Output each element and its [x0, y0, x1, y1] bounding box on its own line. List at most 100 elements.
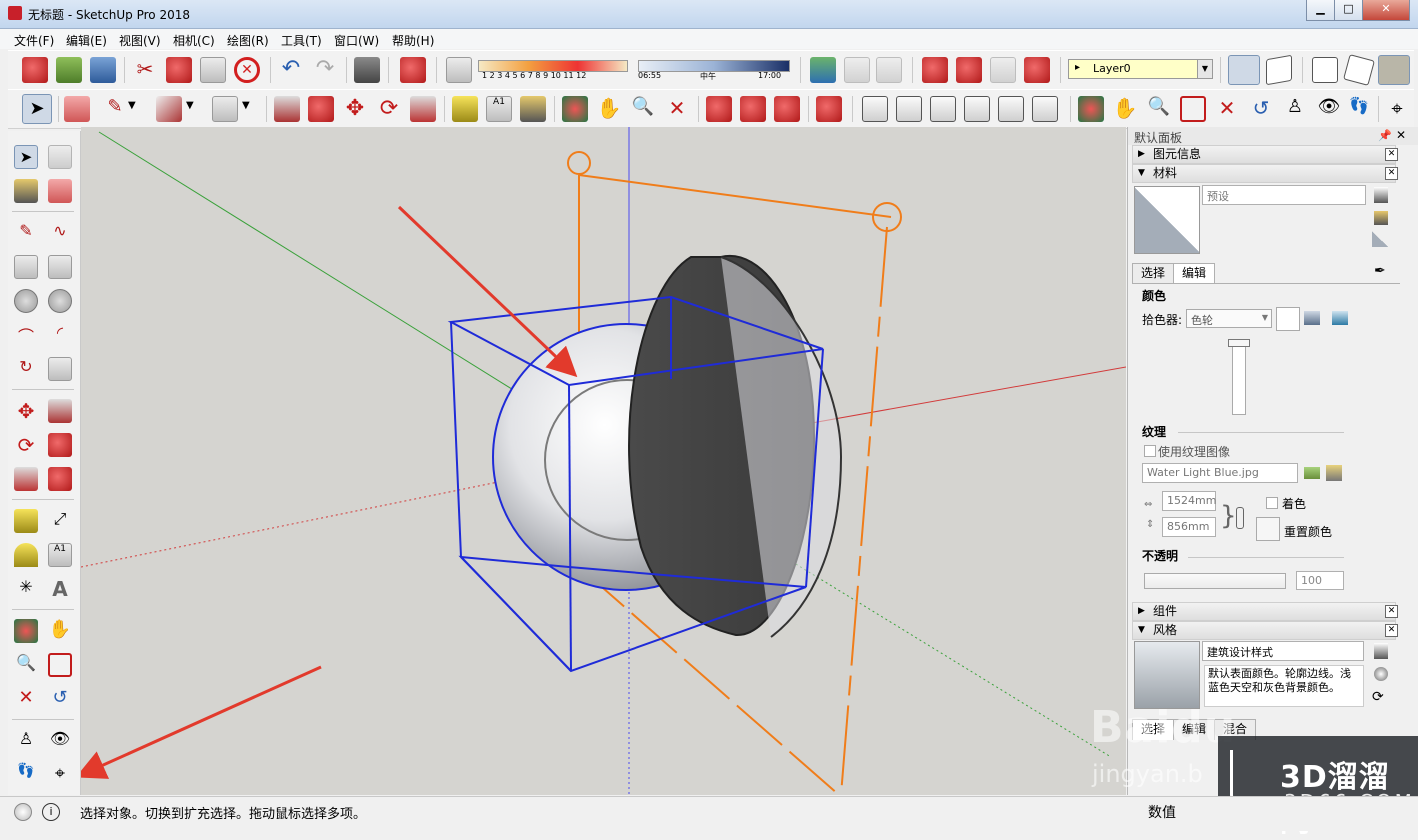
colorize-checkbox[interactable] — [1266, 497, 1278, 509]
previous-view-icon[interactable]: ↺ — [48, 687, 72, 711]
text-tool-icon[interactable]: A1 — [486, 96, 512, 122]
three-point-arc-icon[interactable]: ↻ — [14, 357, 38, 381]
rectangle-tool-icon[interactable] — [212, 96, 238, 122]
zoom-tool-icon[interactable]: 🔍 — [630, 96, 656, 122]
paint-bucket-icon[interactable] — [520, 96, 546, 122]
eraser-icon[interactable] — [48, 179, 72, 203]
opacity-slider[interactable] — [1144, 573, 1286, 589]
menu-tools[interactable]: 工具(T) — [281, 32, 322, 49]
pie-icon[interactable] — [48, 357, 72, 381]
color-picker-select[interactable]: 色轮 ▼ — [1186, 309, 1272, 328]
chevron-down-icon[interactable]: ▼ — [242, 100, 256, 114]
opacity-value-field[interactable]: 100 — [1296, 571, 1344, 590]
cut-icon[interactable]: ✂ — [132, 57, 158, 83]
tab-select[interactable]: 选择 — [1132, 263, 1174, 284]
close-button[interactable]: ✕ — [1362, 0, 1410, 21]
menu-file[interactable]: 文件(F) — [14, 32, 54, 49]
rotated-rectangle-icon[interactable] — [48, 255, 72, 279]
rectangle-icon[interactable] — [14, 255, 38, 279]
print-icon[interactable] — [354, 57, 380, 83]
minimize-button[interactable]: ▁ — [1306, 0, 1335, 21]
hidden-line-icon[interactable] — [1343, 54, 1375, 86]
look-around-icon[interactable]: 👁 — [1316, 96, 1342, 122]
back-view-icon[interactable] — [998, 96, 1024, 122]
materials-header[interactable]: ▼ 材料 ✕ — [1132, 164, 1398, 183]
new-file-icon[interactable] — [22, 57, 48, 83]
erase-icon[interactable]: ✕ — [234, 57, 260, 83]
chevron-down-icon[interactable]: ▼ — [1197, 60, 1212, 78]
zoom-tool-icon[interactable]: 🔍 — [14, 653, 38, 677]
terrain-icon[interactable] — [844, 57, 870, 83]
share-component-icon[interactable] — [990, 57, 1016, 83]
position-camera-icon[interactable]: ♙ — [1282, 96, 1308, 122]
copy-icon[interactable] — [166, 57, 192, 83]
layer-dropdown[interactable]: ▸ Layer0 ▼ — [1068, 59, 1213, 79]
rotate-tool-icon[interactable]: ⟳ — [376, 96, 402, 122]
pan-tool-icon[interactable]: ✋ — [596, 96, 622, 122]
close-icon[interactable]: ✕ — [1385, 148, 1398, 161]
match-model-color-icon[interactable] — [1304, 311, 1320, 325]
open-folder-icon[interactable] — [56, 57, 82, 83]
walk-icon[interactable]: 👣 — [14, 763, 38, 787]
chain-link-icon[interactable] — [1236, 507, 1244, 529]
top-view-icon[interactable] — [896, 96, 922, 122]
sample-paint-icon[interactable] — [1372, 231, 1388, 247]
undo-icon[interactable]: ↶ — [278, 57, 304, 83]
move-tool-icon[interactable]: ✥ — [14, 399, 38, 423]
scale-tool-icon[interactable] — [14, 467, 38, 491]
aspect-link-icon[interactable]: } — [1220, 501, 1237, 531]
share-model-icon[interactable] — [956, 57, 982, 83]
shadows-toggle-icon[interactable] — [446, 57, 472, 83]
redo-icon[interactable]: ↷ — [312, 57, 338, 83]
zoom-extents-2-icon[interactable]: ✕ — [1214, 96, 1240, 122]
create-style-icon[interactable] — [1374, 643, 1388, 659]
arc-tool-icon[interactable] — [156, 96, 182, 122]
share-model-2-icon[interactable] — [740, 96, 766, 122]
follow-me-icon[interactable] — [48, 433, 72, 457]
display-secondary-pane-icon[interactable] — [1374, 211, 1388, 225]
update-style-icon[interactable] — [1374, 667, 1388, 681]
use-texture-checkbox[interactable] — [1144, 445, 1156, 457]
protractor-icon[interactable] — [14, 543, 38, 567]
select-tool-icon[interactable]: ➤ — [14, 145, 38, 169]
entity-info-header[interactable]: ▶ 图元信息 ✕ — [1132, 145, 1398, 164]
extension-warehouse-icon[interactable] — [1024, 57, 1050, 83]
texture-file-field[interactable]: Water Light Blue.jpg — [1142, 463, 1298, 483]
menu-help[interactable]: 帮助(H) — [392, 32, 434, 49]
push-pull-icon[interactable] — [48, 399, 72, 423]
paste-icon[interactable] — [200, 57, 226, 83]
model-info-icon[interactable] — [400, 57, 426, 83]
components-header[interactable]: ▶ 组件 ✕ — [1132, 602, 1398, 621]
match-screen-color-icon[interactable] — [1332, 311, 1348, 325]
tab-edit[interactable]: 编辑 — [1173, 263, 1215, 284]
back-edges-icon[interactable] — [1266, 54, 1292, 86]
zoom-2-icon[interactable]: 🔍 — [1146, 96, 1172, 122]
iso-view-icon[interactable] — [862, 96, 888, 122]
menu-draw[interactable]: 绘图(R) — [227, 32, 269, 49]
line-tool-icon[interactable]: ✎ — [14, 221, 38, 245]
pan-2-icon[interactable]: ✋ — [1112, 96, 1138, 122]
zoom-window-icon[interactable] — [1180, 96, 1206, 122]
model-canvas[interactable] — [81, 127, 1126, 795]
chevron-down-icon[interactable]: ▼ — [128, 100, 142, 114]
style-name-field[interactable]: 建筑设计样式 — [1202, 641, 1364, 661]
geo-location-icon[interactable] — [810, 57, 836, 83]
close-icon[interactable]: ✕ — [1385, 167, 1398, 180]
zoom-window-icon[interactable] — [48, 653, 72, 677]
tape-measure-icon[interactable] — [14, 509, 38, 533]
close-icon[interactable]: ✕ — [1385, 605, 1398, 618]
scale-tool-icon[interactable] — [410, 96, 436, 122]
texture-width-field[interactable]: 1524mm — [1162, 491, 1216, 511]
close-icon[interactable]: ✕ — [1385, 624, 1398, 637]
previous-view-icon[interactable]: ↺ — [1248, 96, 1274, 122]
menu-window[interactable]: 窗口(W) — [334, 32, 379, 49]
arc-icon[interactable]: ⌒ — [14, 323, 38, 347]
3d-text-icon[interactable]: A — [48, 577, 72, 601]
menu-view[interactable]: 视图(V) — [119, 32, 161, 49]
make-component-icon[interactable] — [48, 145, 72, 169]
texture-height-field[interactable]: 856mm — [1162, 517, 1216, 537]
share-component-2-icon[interactable] — [774, 96, 800, 122]
reset-color-swatch[interactable] — [1256, 517, 1280, 541]
zoom-extents-icon[interactable]: ✕ — [14, 687, 38, 711]
follow-me-icon[interactable] — [308, 96, 334, 122]
